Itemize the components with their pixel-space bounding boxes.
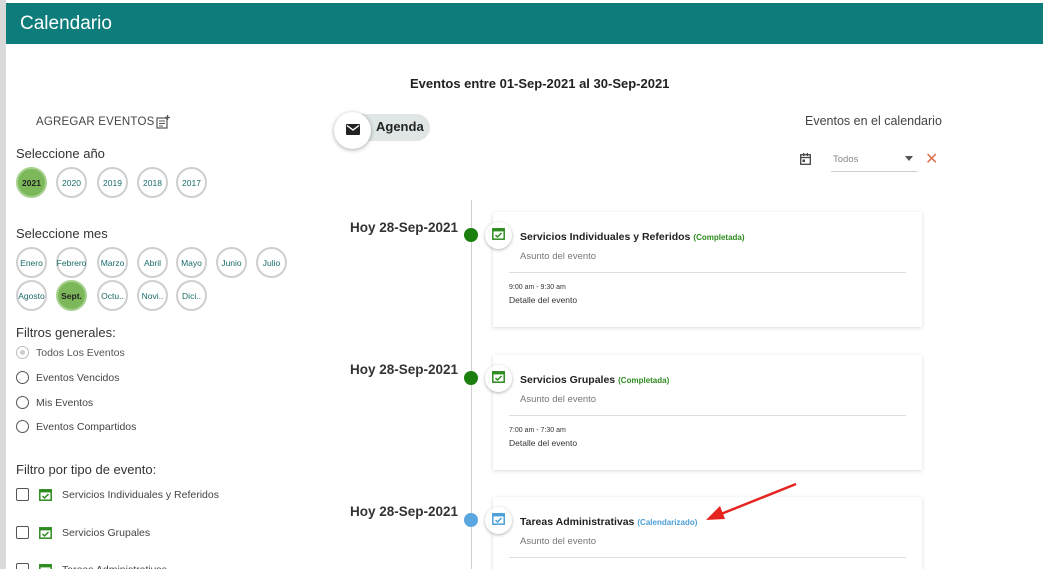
calendar-check-icon <box>492 227 505 245</box>
event-type-select[interactable]: Todos <box>831 152 917 172</box>
agenda-icon-button[interactable] <box>334 112 371 149</box>
calendar-check-icon <box>39 563 52 569</box>
event-date: Hoy 28-Sep-2021 <box>350 362 459 377</box>
month-chip[interactable]: Novi.. <box>137 280 168 311</box>
general-filter-option[interactable]: Eventos Compartidos <box>16 420 136 433</box>
type-filter-label: Servicios Grupales <box>62 526 151 539</box>
month-chip[interactable]: Enero <box>16 247 47 278</box>
month-chip[interactable]: Junio <box>216 247 247 278</box>
event-type-select-value: Todos <box>833 154 859 165</box>
event-title: Tareas Administrativas (Calendarizado) <box>520 516 697 528</box>
add-events-button[interactable]: AGREGAR EVENTOS <box>36 115 171 129</box>
calendar-events-label: Eventos en el calendario <box>805 114 942 128</box>
radio-button[interactable] <box>16 396 29 409</box>
type-filter-option[interactable]: Tareas Administrativas <box>16 563 167 569</box>
checkbox[interactable] <box>16 526 29 539</box>
type-filter-label: Servicios Individuales y Referidos <box>62 488 219 501</box>
event-subject: Asunto del evento <box>520 394 597 405</box>
checkbox[interactable] <box>16 488 29 501</box>
month-chip[interactable]: Julio <box>256 247 287 278</box>
general-filter-label: Todos Los Eventos <box>36 346 125 359</box>
annotation-arrow-icon <box>706 482 797 520</box>
date-range-title: Eventos entre 01-Sep-2021 al 30-Sep-2021 <box>410 76 670 91</box>
year-chip[interactable]: 2018 <box>137 167 168 198</box>
event-date: Hoy 28-Sep-2021 <box>350 220 459 235</box>
timeline-dot <box>464 228 478 242</box>
event-type-bubble <box>485 365 512 392</box>
timeline-dot <box>464 513 478 527</box>
event-status: (Calendarizado) <box>637 518 698 527</box>
event-card[interactable]: Servicios Grupales (Completada) Asunto del… <box>493 355 922 470</box>
card-divider <box>509 415 906 416</box>
card-divider <box>509 272 906 273</box>
agenda-label[interactable]: Agenda <box>376 119 424 134</box>
calendar-check-icon <box>39 526 52 539</box>
general-filter-label: Eventos Compartidos <box>36 420 137 433</box>
type-filter-option[interactable]: Servicios Individuales y Referidos <box>16 488 219 501</box>
event-time: 7:00 am - 7:30 am <box>509 427 566 434</box>
type-filter-label: Tareas Administrativas <box>62 564 167 569</box>
event-title-text: Servicios Individuales y Referidos <box>520 231 691 243</box>
event-title-text: Tareas Administrativas <box>520 516 635 528</box>
month-chip[interactable]: Marzo <box>97 247 128 278</box>
event-detail: Detalle del evento <box>509 295 578 305</box>
type-filter-option[interactable]: Servicios Grupales <box>16 526 150 539</box>
chevron-down-icon <box>905 156 913 161</box>
calendar-check-icon <box>39 488 52 501</box>
app-bar: Calendario <box>6 3 1043 44</box>
envelope-icon <box>345 122 360 140</box>
general-filter-label: Mis Eventos <box>36 396 94 409</box>
radio-button[interactable] <box>16 371 29 384</box>
calendar-check-icon <box>492 370 505 388</box>
event-date: Hoy 28-Sep-2021 <box>350 504 459 519</box>
event-subject: Asunto del evento <box>520 251 597 262</box>
year-chip[interactable]: 2017 <box>176 167 207 198</box>
year-chip[interactable]: 2020 <box>56 167 87 198</box>
checkbox[interactable] <box>16 563 29 569</box>
event-type-bubble <box>485 507 512 534</box>
close-icon[interactable]: ✕ <box>925 149 938 169</box>
radio-button[interactable] <box>16 346 29 359</box>
event-subject: Asunto del evento <box>520 536 597 547</box>
event-type-bubble <box>485 222 512 249</box>
year-section-label: Seleccione año <box>16 146 105 161</box>
month-chip[interactable]: Abril <box>137 247 168 278</box>
app-title: Calendario <box>20 13 112 34</box>
event-time: 9:00 am - 9:30 am <box>509 284 566 291</box>
year-chip[interactable]: 2021 <box>16 167 47 198</box>
event-card[interactable]: Servicios Individuales y Referidos (Compl… <box>493 212 922 327</box>
general-filters-label: Filtros generales: <box>16 325 116 340</box>
month-chip[interactable]: Mayo <box>176 247 207 278</box>
general-filter-option[interactable]: Mis Eventos <box>16 396 93 409</box>
timeline-dot <box>464 371 478 385</box>
month-chip[interactable]: Agosto <box>16 280 47 311</box>
event-title: Servicios Individuales y Referidos (Compl… <box>520 231 745 243</box>
month-chip[interactable]: Octu.. <box>97 280 128 311</box>
radio-button[interactable] <box>16 420 29 433</box>
month-chip[interactable]: Febrero <box>56 247 87 278</box>
card-divider <box>509 557 906 558</box>
event-detail: Detalle del evento <box>509 438 578 448</box>
event-title: Servicios Grupales (Completada) <box>520 374 669 386</box>
month-chip[interactable]: Dici.. <box>176 280 207 311</box>
general-filter-option[interactable]: Todos Los Eventos <box>16 346 125 359</box>
calendar-check-icon <box>492 512 505 530</box>
add-events-label: AGREGAR EVENTOS <box>36 116 155 128</box>
general-filter-label: Eventos Vencidos <box>36 371 120 384</box>
month-chip[interactable]: Sept. <box>56 280 87 311</box>
calendar-icon <box>800 152 811 170</box>
add-event-icon <box>156 115 171 129</box>
month-section-label: Seleccione mes <box>16 226 108 241</box>
event-status: (Completada) <box>618 376 670 385</box>
event-title-text: Servicios Grupales <box>520 374 616 386</box>
general-filter-option[interactable]: Eventos Vencidos <box>16 371 119 384</box>
year-chip[interactable]: 2019 <box>97 167 128 198</box>
event-status: (Completada) <box>693 233 745 242</box>
type-filter-label: Filtro por tipo de evento: <box>16 462 157 477</box>
